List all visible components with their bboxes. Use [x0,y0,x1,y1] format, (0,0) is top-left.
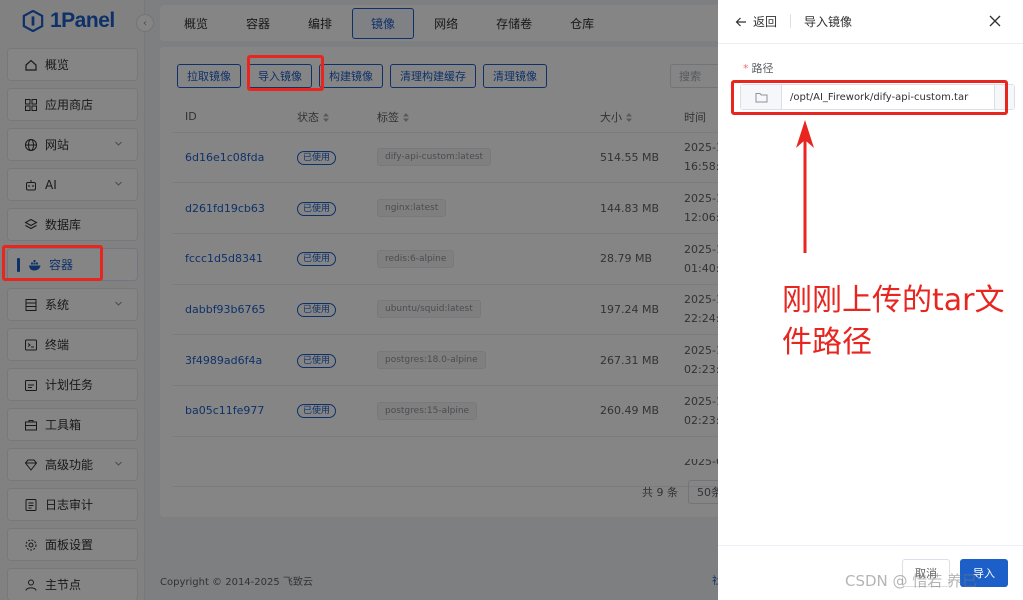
drawer-title: 导入镜像 [804,15,853,29]
close-icon[interactable] [988,14,1002,28]
modal-overlay[interactable] [0,0,718,600]
highlight-container-menu [2,245,103,281]
header-divider [790,14,791,28]
watermark: CSDN @ 惜若 养已 [845,572,978,590]
annotation-text: 刚刚上传的tar文件路径 [782,283,1005,360]
highlight-path-field [731,80,1008,115]
arrow-left-icon [735,17,746,26]
drawer-header: 返回 导入镜像 [718,0,1023,44]
back-button[interactable]: 返回 [735,13,777,30]
highlight-import-button [247,55,324,91]
back-label: 返回 [753,15,778,29]
path-label: * 路径 [743,62,774,75]
annotation-arrow-icon [796,120,814,253]
required-mark: * [743,62,749,75]
